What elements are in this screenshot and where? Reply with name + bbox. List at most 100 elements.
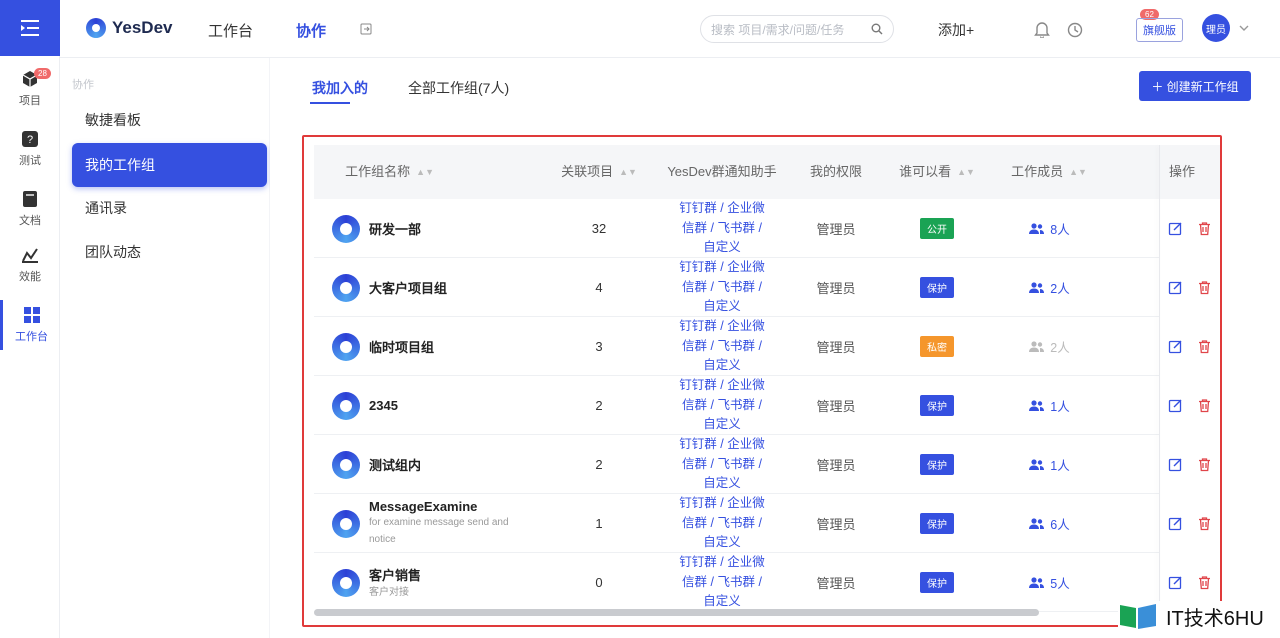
- edit-icon[interactable]: [1168, 457, 1183, 472]
- group-name[interactable]: 大客户项目组: [369, 278, 447, 297]
- group-name[interactable]: 测试组内: [369, 455, 421, 474]
- notify-link-line[interactable]: 钉钉群 / 企业微: [679, 199, 764, 219]
- watermark-text: IT技术6HU: [1166, 607, 1264, 630]
- add-button[interactable]: 添加+: [938, 20, 974, 40]
- group-name-cell[interactable]: 研发一部: [332, 199, 552, 258]
- col-members-label: 工作成员: [1011, 164, 1064, 179]
- notify-link-line[interactable]: 自定义: [679, 238, 764, 258]
- group-name[interactable]: 临时项目组: [369, 337, 434, 356]
- external-link-icon[interactable]: [360, 23, 372, 35]
- col-visibility[interactable]: 谁可以看 ▲▼: [892, 145, 982, 199]
- delete-icon[interactable]: [1197, 516, 1212, 531]
- brand-logo[interactable]: YesDev: [86, 18, 173, 38]
- members-cell[interactable]: 8人: [1004, 199, 1094, 258]
- col-members[interactable]: 工作成员 ▲▼: [1004, 145, 1094, 199]
- notify-link-line[interactable]: 钉钉群 / 企业微: [679, 553, 764, 573]
- menu-toggle-button[interactable]: [0, 0, 60, 56]
- col-actions-label: 操作: [1168, 164, 1195, 179]
- edit-icon[interactable]: [1168, 575, 1183, 590]
- table-row[interactable]: 临时项目组 3 钉钉群 / 企业微 信群 / 飞书群 / 自定义 管理员 私密 …: [314, 317, 1220, 376]
- notify-link-line[interactable]: 自定义: [679, 356, 764, 376]
- notify-link-line[interactable]: 信群 / 飞书群 /: [679, 514, 764, 534]
- notify-link-line[interactable]: 信群 / 飞书群 /: [679, 278, 764, 298]
- rail-item-workbench[interactable]: 工作台: [0, 300, 60, 350]
- table-row[interactable]: 测试组内 2 钉钉群 / 企业微 信群 / 飞书群 / 自定义 管理员 保护 1…: [314, 435, 1220, 494]
- rail-item-docs[interactable]: 文档: [0, 184, 60, 234]
- create-group-button[interactable]: ＋ 创建新工作组: [1139, 71, 1251, 101]
- delete-icon[interactable]: [1197, 339, 1212, 354]
- notify-link-line[interactable]: 钉钉群 / 企业微: [679, 258, 764, 278]
- edit-icon[interactable]: [1168, 339, 1183, 354]
- members-cell[interactable]: 2人: [1004, 258, 1094, 317]
- notify-link-line[interactable]: 钉钉群 / 企业微: [679, 435, 764, 455]
- nav-workbench[interactable]: 工作台: [208, 20, 253, 41]
- group-name[interactable]: 2345: [369, 398, 398, 413]
- table-row[interactable]: 2345 2 钉钉群 / 企业微 信群 / 飞书群 / 自定义 管理员 保护 1…: [314, 376, 1220, 435]
- rail-item-test[interactable]: ? 测试: [0, 124, 60, 174]
- notify-link-line[interactable]: 信群 / 飞书群 /: [679, 219, 764, 239]
- notify-link-line[interactable]: 钉钉群 / 企业微: [679, 376, 764, 396]
- table-row[interactable]: 研发一部 32 钉钉群 / 企业微 信群 / 飞书群 / 自定义 管理员 公开 …: [314, 199, 1220, 258]
- bell-icon[interactable]: [1034, 20, 1050, 38]
- notify-link-line[interactable]: 信群 / 飞书群 /: [679, 337, 764, 357]
- delete-icon[interactable]: [1197, 575, 1212, 590]
- notify-link-line[interactable]: 自定义: [679, 415, 764, 435]
- delete-icon[interactable]: [1197, 221, 1212, 236]
- table-row[interactable]: 客户销售 客户对接 0 钉钉群 / 企业微 信群 / 飞书群 / 自定义 管理员 …: [314, 553, 1220, 612]
- delete-icon[interactable]: [1197, 280, 1212, 295]
- member-count: 5人: [1050, 577, 1070, 591]
- edit-icon[interactable]: [1168, 221, 1183, 236]
- members-cell[interactable]: 1人: [1004, 435, 1094, 494]
- notify-link-line[interactable]: 自定义: [679, 533, 764, 553]
- members-cell[interactable]: 2人: [1004, 317, 1094, 376]
- alarm-icon[interactable]: [1066, 20, 1084, 38]
- group-name[interactable]: 研发一部: [369, 219, 421, 238]
- sidebar-item-my-groups[interactable]: 我的工作组: [72, 143, 267, 187]
- delete-icon[interactable]: [1197, 457, 1212, 472]
- tab-all-groups[interactable]: 全部工作组(7人): [408, 78, 509, 98]
- notify-link-line[interactable]: 信群 / 飞书群 /: [679, 396, 764, 416]
- table-row[interactable]: MessageExamine for examine message send a…: [314, 494, 1220, 553]
- members-cell[interactable]: 5人: [1004, 553, 1094, 612]
- group-name[interactable]: MessageExamine: [369, 499, 529, 514]
- edit-icon[interactable]: [1168, 516, 1183, 531]
- table-row[interactable]: 大客户项目组 4 钉钉群 / 企业微 信群 / 飞书群 / 自定义 管理员 保护…: [314, 258, 1220, 317]
- notify-link-line[interactable]: 钉钉群 / 企业微: [679, 494, 764, 514]
- actions-cell: [1160, 258, 1220, 317]
- group-name-cell[interactable]: 客户销售 客户对接: [332, 553, 552, 612]
- delete-icon[interactable]: [1197, 398, 1212, 413]
- edit-icon[interactable]: [1168, 398, 1183, 413]
- col-perm: 我的权限: [796, 145, 876, 199]
- rail-item-efficiency[interactable]: 效能: [0, 240, 60, 290]
- members-cell[interactable]: 1人: [1004, 376, 1094, 435]
- notify-link-line[interactable]: 钉钉群 / 企业微: [679, 317, 764, 337]
- group-name-cell[interactable]: 测试组内: [332, 435, 552, 494]
- rail-item-projects[interactable]: 项目 28: [0, 64, 60, 114]
- sidebar-section-title: 协作: [72, 79, 94, 91]
- notify-link-line[interactable]: 信群 / 飞书群 /: [679, 573, 764, 593]
- notify-link-line[interactable]: 自定义: [679, 297, 764, 317]
- sidebar-item-agile-board[interactable]: 敏捷看板: [72, 98, 267, 142]
- edition-badge[interactable]: 旗舰版: [1136, 18, 1183, 42]
- group-name-cell[interactable]: 2345: [332, 376, 552, 435]
- notify-link-line[interactable]: 信群 / 飞书群 /: [679, 455, 764, 475]
- col-projects[interactable]: 关联项目 ▲▼: [554, 145, 644, 199]
- chevron-down-icon[interactable]: [1239, 24, 1249, 32]
- search-input[interactable]: 搜索 项目/需求/问题/任务: [700, 15, 894, 43]
- groups-table: 工作组名称 ▲▼ 关联项目 ▲▼ YesDev群通知助手 我的权限 谁可以看 ▲▼ 工…: [302, 135, 1222, 627]
- members-cell[interactable]: 6人: [1004, 494, 1094, 553]
- col-name[interactable]: 工作组名称 ▲▼: [314, 145, 434, 199]
- horizontal-scrollbar[interactable]: [314, 609, 1039, 616]
- group-name[interactable]: 客户销售: [369, 565, 529, 584]
- tab-joined[interactable]: 我加入的: [312, 78, 368, 98]
- fixed-column-divider: [1159, 145, 1160, 615]
- group-name-cell[interactable]: 临时项目组: [332, 317, 552, 376]
- group-name-cell[interactable]: MessageExamine for examine message send a…: [332, 494, 552, 553]
- nav-collab[interactable]: 协作: [296, 20, 326, 41]
- avatar[interactable]: 理员: [1202, 14, 1230, 42]
- group-name-cell[interactable]: 大客户项目组: [332, 258, 552, 317]
- sidebar-item-team-activity[interactable]: 团队动态: [72, 230, 267, 274]
- sidebar-item-contacts[interactable]: 通讯录: [72, 186, 267, 230]
- notify-link-line[interactable]: 自定义: [679, 474, 764, 494]
- edit-icon[interactable]: [1168, 280, 1183, 295]
